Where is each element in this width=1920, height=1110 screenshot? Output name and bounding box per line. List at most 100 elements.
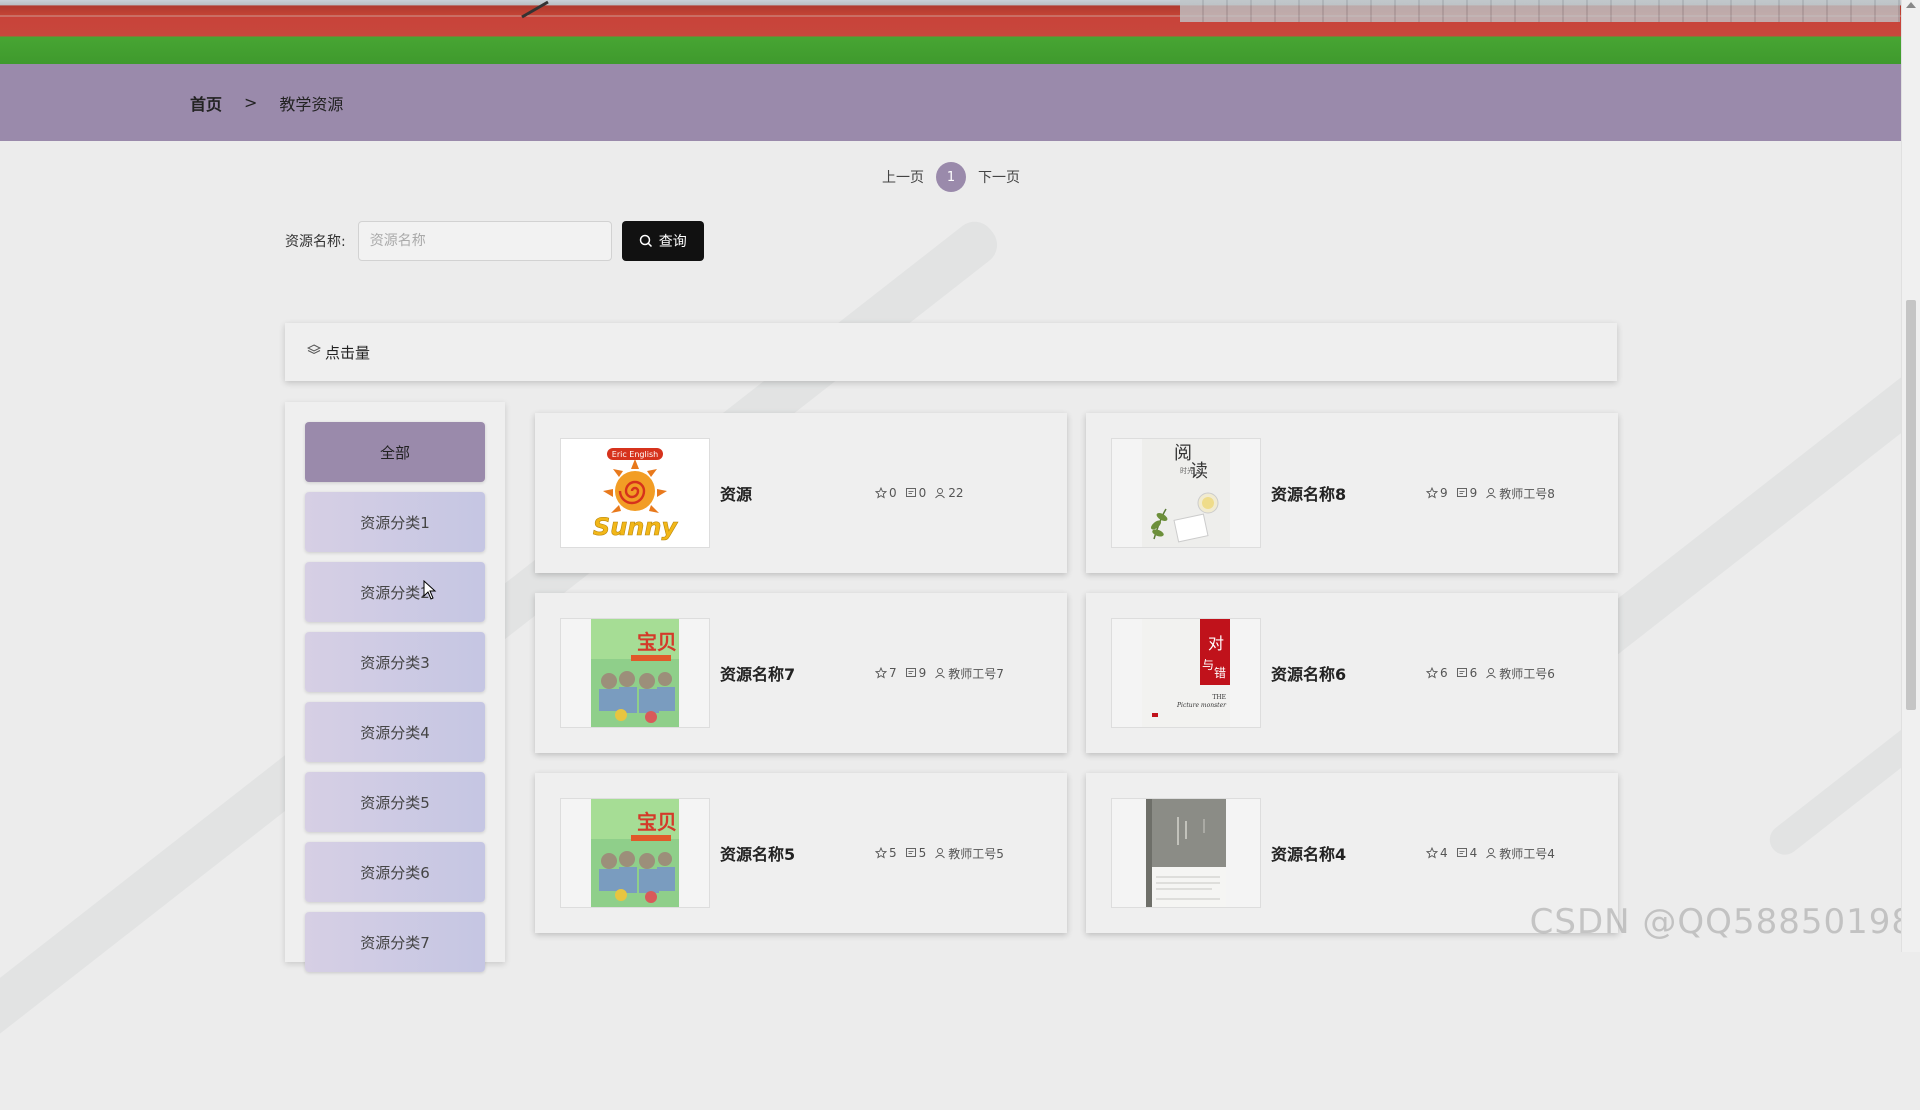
- category-item[interactable]: 资源分类3: [305, 632, 485, 692]
- category-item[interactable]: 资源分类6: [305, 842, 485, 902]
- comment-icon: [905, 488, 916, 497]
- comments-count: 9: [1469, 486, 1478, 500]
- pagination: 上一页 1 下一页: [0, 162, 1902, 192]
- search-button[interactable]: 查询: [621, 221, 704, 261]
- resource-title: 资源: [720, 485, 753, 504]
- resource-card[interactable]: Eric English Sunny 资源 0 0 22: [535, 413, 1067, 573]
- breadcrumb-separator: >: [244, 93, 258, 112]
- layers-icon: [306, 343, 322, 361]
- category-item[interactable]: 资源分类5: [305, 772, 485, 832]
- next-page-link[interactable]: 下一页: [972, 167, 1026, 187]
- resource-title: 资源名称4: [1271, 845, 1347, 864]
- comment-icon: [1456, 848, 1467, 857]
- comment-icon: [1456, 668, 1467, 677]
- star-icon: [875, 487, 887, 499]
- category-all[interactable]: 全部: [305, 422, 485, 482]
- author-id: 教师工号7: [948, 666, 1004, 681]
- sunny-badge-text: Eric English: [612, 450, 658, 459]
- comments-count: 4: [1469, 846, 1478, 860]
- comments-count: 0: [918, 486, 927, 500]
- author-id: 教师工号4: [1499, 846, 1555, 861]
- duicuo-cover-char: 与: [1202, 658, 1214, 672]
- reading-cover: 阅 读 时光: [1142, 439, 1230, 547]
- star-icon: [1426, 667, 1438, 679]
- star-icon: [875, 667, 887, 679]
- baby-cover: 宝贝: [591, 619, 679, 727]
- user-icon: [1486, 668, 1497, 679]
- breadcrumb-home-link[interactable]: 首页: [190, 91, 222, 115]
- current-page-number[interactable]: 1: [936, 162, 966, 192]
- sunny-cover: Eric English Sunny: [561, 439, 709, 547]
- likes-count: 5: [889, 846, 897, 860]
- resource-meta: 0 0 22: [875, 413, 972, 573]
- author-id: 教师工号5: [948, 846, 1004, 861]
- user-icon: [935, 668, 946, 679]
- breadcrumb-current: 教学资源: [279, 94, 344, 114]
- duicuo-cover-en: Picture monster: [1176, 702, 1227, 709]
- background-stripe: [1763, 529, 1920, 861]
- reading-cover-small: 时光: [1180, 466, 1194, 475]
- resource-card[interactable]: 宝贝 资源名称5 5 5 教师工号5: [535, 773, 1067, 933]
- baby-cover-text: 宝贝: [637, 630, 677, 654]
- sort-bar: 点击量: [285, 323, 1617, 381]
- category-sidebar: 全部 资源分类1 资源分类2 资源分类3 资源分类4 资源分类5 资源分类6 资…: [285, 402, 505, 972]
- vertical-scrollbar[interactable]: [1901, 0, 1920, 952]
- author-id: 教师工号8: [1499, 486, 1555, 501]
- resource-meta: 9 9 教师工号8: [1426, 413, 1563, 573]
- category-item[interactable]: 资源分类4: [305, 702, 485, 762]
- likes-count: 0: [889, 486, 897, 500]
- author-id: 22: [948, 486, 964, 500]
- resource-card[interactable]: 宝贝 资源名称7 7 9 教师工号7: [535, 593, 1067, 753]
- category-item[interactable]: 资源分类7: [305, 912, 485, 972]
- breadcrumb-band: 首页 > 教学资源: [0, 64, 1902, 141]
- search-label: 资源名称:: [285, 234, 346, 250]
- resource-cover-image: 阅 读 时光: [1111, 438, 1261, 548]
- scroll-up-arrow-icon[interactable]: [1906, 2, 1916, 8]
- resource-cover-image: 宝贝: [560, 798, 710, 908]
- prev-page-link[interactable]: 上一页: [876, 167, 930, 187]
- resource-cover-image: 宝贝: [560, 618, 710, 728]
- watermark-text: CSDN @QQ58850198: [1529, 902, 1914, 942]
- header-banner-image: [0, 0, 1902, 64]
- comment-icon: [1456, 488, 1467, 497]
- user-icon: [1486, 848, 1497, 859]
- user-icon: [935, 488, 946, 499]
- track-mark: [521, 0, 549, 19]
- baby-cover-text: 宝贝: [637, 810, 677, 834]
- stadium-rail: [1180, 0, 1900, 22]
- search-button-label: 查询: [658, 234, 687, 250]
- resource-title: 资源名称5: [720, 845, 796, 864]
- category-item[interactable]: 资源分类1: [305, 492, 485, 552]
- resource-title: 资源名称8: [1271, 485, 1347, 504]
- sunny-cover-text: Sunny: [593, 513, 679, 541]
- user-icon: [1486, 488, 1497, 499]
- resource-name-input[interactable]: [357, 221, 612, 261]
- baby-cover: 宝贝: [591, 799, 679, 907]
- likes-count: 7: [889, 666, 897, 680]
- resource-meta: 6 6 教师工号6: [1426, 593, 1563, 753]
- resource-card[interactable]: 对 与 错 THE Picture monster 资源名称6 6 6 教师工号…: [1086, 593, 1618, 753]
- resource-title: 资源名称7: [720, 665, 796, 684]
- likes-count: 6: [1440, 666, 1448, 680]
- user-icon: [935, 848, 946, 859]
- search-bar: 资源名称: 查询: [285, 221, 704, 261]
- scrollbar-thumb[interactable]: [1906, 300, 1916, 710]
- search-icon: [639, 234, 652, 248]
- resource-cover-image: [1111, 798, 1261, 908]
- resource-card[interactable]: 阅 读 时光 资源名称8 9 9 教师工号8: [1086, 413, 1618, 573]
- sort-by-clicks-option[interactable]: 点击量: [325, 342, 370, 363]
- star-icon: [1426, 847, 1438, 859]
- resource-cover-image: Eric English Sunny: [560, 438, 710, 548]
- resource-title: 资源名称6: [1271, 665, 1347, 684]
- duicuo-cover-char: 对: [1208, 634, 1224, 653]
- category-item[interactable]: 资源分类2: [305, 562, 485, 622]
- resource-cover-image: 对 与 错 THE Picture monster: [1111, 618, 1261, 728]
- breadcrumb: 首页 > 教学资源: [190, 64, 343, 141]
- comments-count: 6: [1469, 666, 1478, 680]
- resource-meta: 7 9 教师工号7: [875, 593, 1012, 753]
- likes-count: 9: [1440, 486, 1448, 500]
- mouse-cursor-icon: [423, 580, 437, 600]
- duicuo-cover: 对 与 错 THE Picture monster: [1142, 619, 1230, 727]
- resource-meta: 5 5 教师工号5: [875, 773, 1012, 933]
- comments-count: 5: [918, 846, 927, 860]
